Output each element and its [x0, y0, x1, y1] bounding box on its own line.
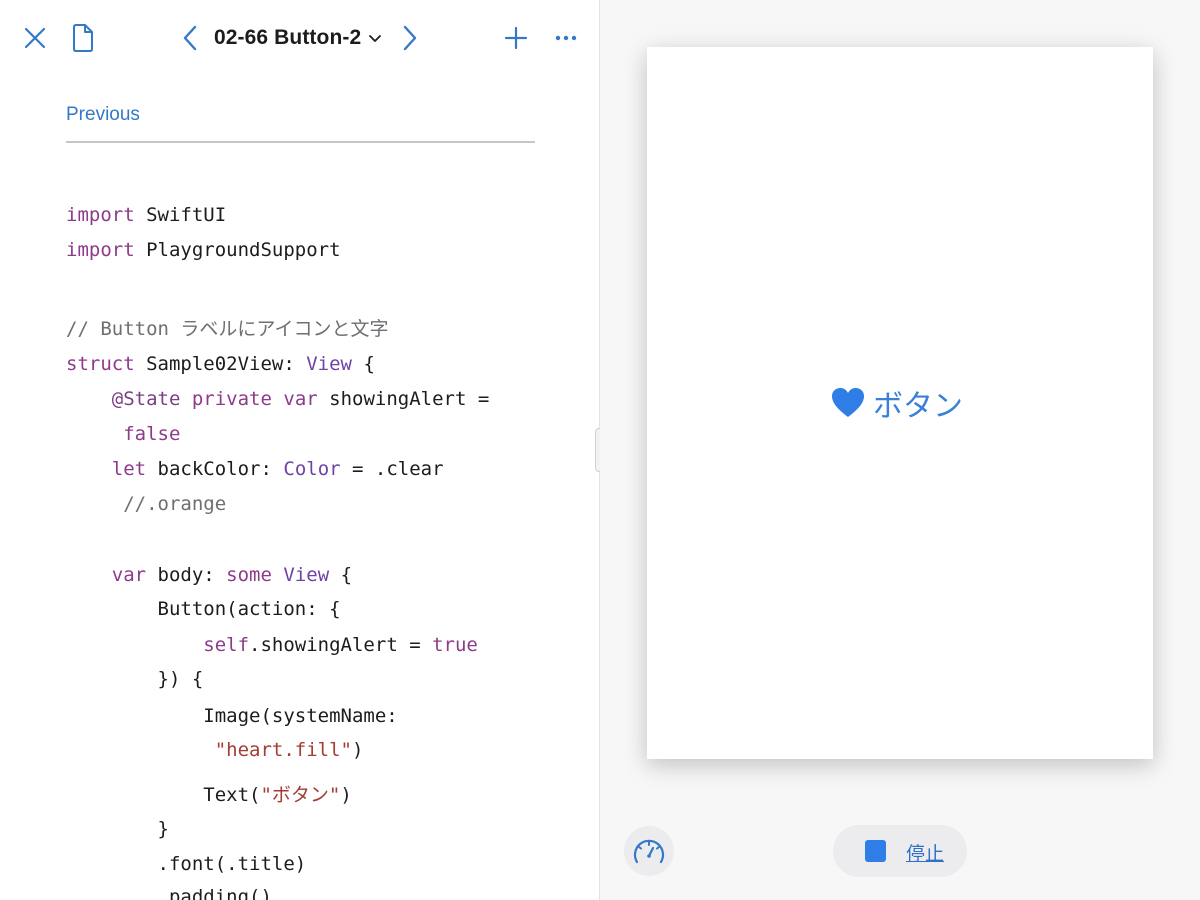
stop-icon [865, 840, 886, 862]
heart-fill-icon [832, 388, 864, 417]
code-line[interactable]: Image(systemName: [66, 703, 398, 729]
code-token: "ボタン" [260, 784, 341, 806]
code-token: { [352, 353, 375, 375]
code-token: Button(action: { [66, 598, 341, 620]
page-title-menu[interactable]: 02-66 Button-2 [214, 20, 382, 56]
code-line[interactable]: @State private var showingAlert = [66, 386, 490, 412]
code-token: some [226, 564, 272, 586]
editor-toolbar: 02-66 Button-2 [0, 0, 599, 76]
code-line[interactable]: false [66, 421, 180, 447]
document-icon [73, 24, 93, 52]
code-token: .font(.title) [66, 853, 307, 875]
code-token: let [111, 458, 147, 480]
stop-label: 停止 [906, 843, 945, 865]
code-token: import [66, 204, 135, 226]
code-token: "heart.fill" [214, 739, 352, 761]
code-token: Text( [66, 784, 261, 806]
code-line[interactable]: }) { [66, 666, 204, 692]
close-button[interactable] [20, 22, 50, 54]
code-token: ) [352, 739, 364, 761]
live-view-pane: ボタン 停止 [600, 0, 1200, 900]
code-token: @State [111, 388, 181, 410]
code-token: ) [340, 784, 352, 806]
code-token: = .clear [340, 458, 444, 480]
page-title: 02-66 Button-2 [214, 26, 362, 49]
live-view-canvas: ボタン [647, 47, 1153, 759]
code-token: true [432, 634, 478, 656]
code-line[interactable]: import PlaygroundSupport [66, 237, 341, 263]
code-token: Sample02View: [134, 353, 307, 375]
preview-heart-button[interactable]: ボタン [831, 383, 963, 424]
code-token: self [203, 634, 250, 656]
code-line[interactable]: } [66, 816, 169, 842]
code-token: View [283, 564, 330, 586]
code-line[interactable]: .padding() [66, 884, 272, 900]
code-token: //.orange [66, 493, 227, 515]
code-token: body: [146, 564, 227, 586]
speedometer-icon [633, 839, 665, 864]
code-token: private [191, 388, 272, 410]
code-line[interactable]: .font(.title) [66, 851, 307, 877]
code-token: false [123, 423, 181, 445]
code-token: Image(systemName: [66, 705, 398, 727]
next-page-button[interactable] [396, 22, 424, 54]
code-token: View [306, 353, 352, 375]
add-button[interactable] [500, 22, 532, 54]
chevron-down-icon [369, 35, 382, 42]
code-token: struct [66, 353, 135, 375]
code-token: var [283, 388, 318, 410]
code-line[interactable]: Text("ボタン") [66, 782, 352, 808]
code-line[interactable]: import SwiftUI [66, 202, 226, 228]
code-token: .padding() [66, 886, 272, 900]
code-line[interactable]: var body: some View { [66, 562, 352, 588]
code-line[interactable]: "heart.fill") [66, 737, 364, 763]
code-line[interactable]: let backColor: Color = .clear [66, 456, 444, 482]
code-token: showingAlert = [317, 388, 490, 410]
close-icon [24, 27, 46, 49]
code-token: Color [283, 458, 341, 480]
code-token: backColor: [146, 458, 284, 480]
code-token: .showingAlert = [249, 634, 433, 656]
code-line[interactable]: struct Sample02View: View { [66, 351, 375, 377]
chevron-right-icon [403, 25, 417, 51]
document-button[interactable] [68, 20, 98, 56]
code-token: PlaygroundSupport [134, 239, 341, 261]
more-button[interactable] [550, 22, 582, 54]
code-token: { [329, 564, 353, 586]
code-token: import [66, 239, 135, 261]
chevron-left-icon [183, 25, 197, 51]
code-token: } [66, 818, 169, 840]
code-line[interactable]: self.showingAlert = true [66, 632, 478, 658]
stop-button[interactable]: 停止 [833, 825, 967, 877]
plus-icon [504, 26, 528, 50]
previous-page-link[interactable]: Previous [66, 104, 140, 126]
code-line[interactable]: //.orange [66, 491, 226, 517]
previous-link-divider [66, 141, 535, 143]
code-line[interactable]: // Button ラベルにアイコンと文字 [66, 316, 388, 342]
preview-button-label: ボタン [873, 389, 963, 424]
previous-page-button[interactable] [176, 22, 204, 54]
code-token: var [111, 564, 147, 586]
ellipsis-icon [555, 35, 577, 41]
code-token: // Button ラベルにアイコンと文字 [66, 318, 389, 340]
code-editor-pane: 02-66 Button-2 Previous import SwiftUI im… [0, 0, 599, 900]
code-token: }) { [66, 668, 204, 690]
execution-speed-button[interactable] [624, 826, 674, 876]
code-token: SwiftUI [134, 204, 227, 226]
code-line[interactable]: Button(action: { [66, 596, 341, 622]
